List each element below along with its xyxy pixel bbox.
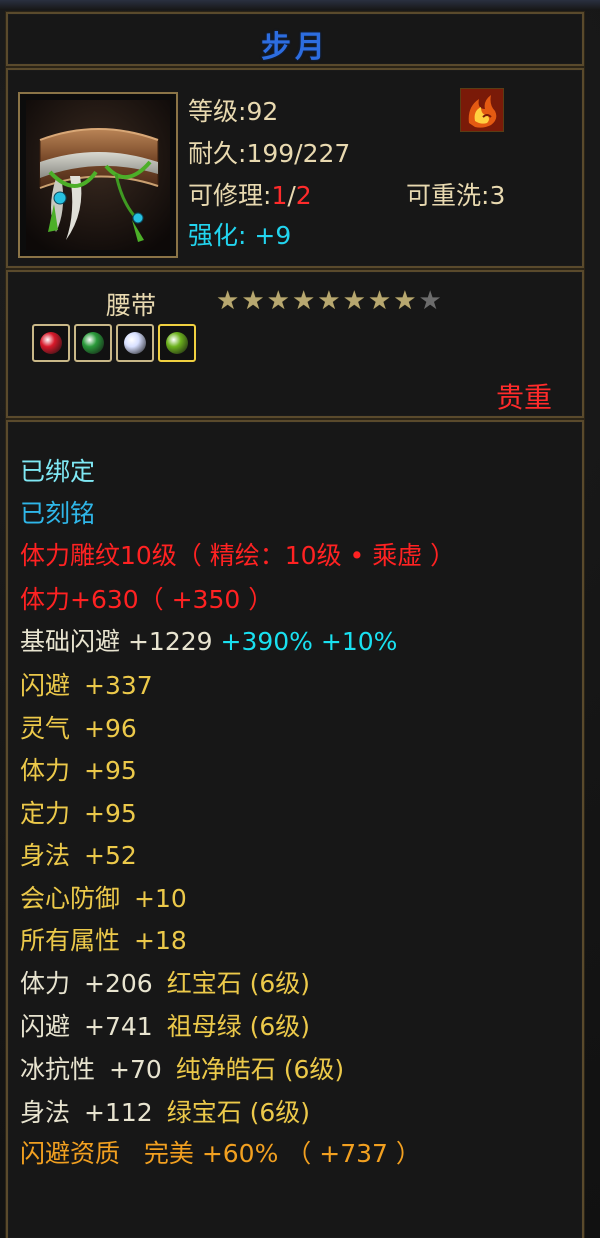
attribute-value: +96 bbox=[84, 713, 137, 743]
gem-attribute-value: +70 bbox=[109, 1055, 162, 1084]
attribute-row: 会心防御 +10 bbox=[20, 879, 187, 915]
gem-attribute-value: +741 bbox=[84, 1012, 153, 1041]
gem-attribute-row: 冰抗性 +70 纯净皓石 (6级) bbox=[20, 1050, 344, 1086]
bound-status: 已绑定 bbox=[20, 457, 96, 486]
gem-attribute-value: +206 bbox=[84, 969, 153, 998]
rewash-stat: 可重洗:3 bbox=[406, 176, 505, 212]
attribute-value: +95 bbox=[84, 798, 137, 828]
title-bar: 步月 bbox=[6, 12, 584, 66]
star-icon: ★ bbox=[418, 286, 442, 316]
gem-stone bbox=[82, 332, 104, 354]
flame-emblem-icon bbox=[460, 88, 504, 132]
star-icon: ★ bbox=[393, 286, 417, 316]
aptitude-line: 闪避资质 完美 +60% （ +737 ） bbox=[20, 1134, 421, 1170]
attribute-row: 身法 +52 bbox=[20, 836, 137, 872]
gem-attribute-label: 身法 bbox=[20, 1098, 71, 1127]
star-icon: ★ bbox=[367, 286, 392, 316]
base-dodge-label: 基础闪避 bbox=[20, 627, 121, 656]
repair-separator: / bbox=[287, 181, 296, 210]
repair-max: 2 bbox=[295, 181, 312, 210]
gem-name: 绿宝石 (6级) bbox=[166, 1098, 311, 1127]
carving-line: 体力雕纹10级（ 精绘：10级 • 乘虚 ） bbox=[20, 541, 456, 570]
item-title: 步月 bbox=[261, 30, 329, 65]
star-icon: ★ bbox=[216, 286, 240, 316]
attribute-row: 灵气 +96 bbox=[20, 709, 137, 745]
gem-attribute-label: 冰抗性 bbox=[20, 1055, 96, 1084]
star-icon: ★ bbox=[291, 286, 316, 316]
attribute-label: 灵气 bbox=[20, 713, 71, 743]
attribute-row: 定力 +95 bbox=[20, 794, 137, 830]
attribute-label: 身法 bbox=[20, 841, 71, 870]
base-dodge-line: 基础闪避 +1229 +390% +10% bbox=[20, 622, 397, 658]
attribute-value: +10 bbox=[134, 883, 187, 913]
red-gem-icon[interactable] bbox=[32, 324, 70, 362]
durability-stat: 耐久:199/227 bbox=[188, 134, 350, 170]
gem-attribute-row: 身法 +112 绿宝石 (6级) bbox=[20, 1093, 310, 1129]
attribute-label: 体力 bbox=[20, 756, 71, 785]
rewash-label: 可重洗: bbox=[406, 181, 490, 210]
enhance-label: 强化: bbox=[188, 221, 247, 250]
base-dodge-pct2: +10% bbox=[320, 627, 398, 656]
lime-gem-icon[interactable] bbox=[158, 324, 196, 362]
belt-icon bbox=[26, 100, 170, 250]
base-dodge-value: +1229 bbox=[127, 627, 213, 656]
item-icon-frame bbox=[18, 92, 178, 258]
rarity-label: 贵重 bbox=[495, 381, 552, 414]
attribute-row: 闪避 +337 bbox=[20, 666, 153, 702]
item-info-panel: 等级:92 耐久:199/227 可修理:1/2 可重洗:3 强化: +9 bbox=[6, 68, 584, 268]
repair-stat: 可修理:1/2 bbox=[188, 176, 312, 212]
star-icon: ★ bbox=[342, 286, 366, 316]
star-icon: ★ bbox=[241, 286, 265, 316]
gem-name: 祖母绿 (6级) bbox=[166, 1012, 311, 1041]
attribute-label: 会心防御 bbox=[20, 883, 121, 913]
repair-label: 可修理: bbox=[188, 181, 272, 210]
attribute-value: +52 bbox=[84, 841, 137, 870]
gem-attribute-value: +112 bbox=[84, 1098, 153, 1127]
durability-value: 199/227 bbox=[246, 139, 351, 168]
aptitude-pct: +60% bbox=[201, 1139, 279, 1168]
gem-attribute-row: 闪避 +741 祖母绿 (6级) bbox=[20, 1007, 310, 1043]
aptitude-grade: 完美 bbox=[143, 1139, 194, 1168]
enhance-value: +9 bbox=[254, 221, 292, 250]
gem-attribute-label: 闪避 bbox=[20, 1012, 71, 1041]
attribute-value: +95 bbox=[84, 756, 137, 785]
slot-type: 腰带 bbox=[106, 291, 157, 320]
gem-sockets bbox=[32, 324, 196, 362]
star-icon: ★ bbox=[266, 286, 290, 316]
durability-label: 耐久: bbox=[188, 139, 247, 168]
attribute-row: 所有属性 +18 bbox=[20, 921, 187, 957]
stamina-total-line: 体力+630（ +350 ） bbox=[20, 585, 274, 614]
attribute-label: 定力 bbox=[20, 798, 71, 828]
attribute-row: 体力 +95 bbox=[20, 751, 137, 787]
base-dodge-pct1: +390% bbox=[220, 627, 313, 656]
attribute-label: 闪避 bbox=[20, 671, 71, 700]
top-strip bbox=[0, 0, 600, 10]
white-gem-icon[interactable] bbox=[116, 324, 154, 362]
repair-current: 1 bbox=[271, 181, 288, 210]
gem-attribute-label: 体力 bbox=[20, 969, 71, 998]
aptitude-label: 闪避资质 bbox=[20, 1139, 121, 1168]
aptitude-bonus: （ +737 ） bbox=[286, 1139, 421, 1168]
gem-attribute-row: 体力 +206 红宝石 (6级) bbox=[20, 964, 310, 1000]
gem-name: 红宝石 (6级) bbox=[166, 969, 311, 998]
attribute-value: +18 bbox=[134, 926, 187, 955]
item-meta-panel: 腰带 ★ ★ ★ ★ ★ ★ ★ ★ ★ 贵重 bbox=[6, 270, 584, 418]
gem-name: 纯净皓石 (6级) bbox=[175, 1055, 345, 1084]
gem-stone bbox=[40, 332, 62, 354]
green-gem-icon[interactable] bbox=[74, 324, 112, 362]
gem-stone bbox=[166, 332, 188, 354]
star-rating: ★ ★ ★ ★ ★ ★ ★ ★ ★ bbox=[216, 288, 442, 314]
attribute-value: +337 bbox=[84, 671, 153, 700]
engraved-status: 已刻铭 bbox=[20, 499, 96, 528]
attributes-panel: 已绑定 已刻铭 体力雕纹10级（ 精绘：10级 • 乘虚 ） 体力+630（ +… bbox=[6, 420, 584, 1238]
rewash-value: 3 bbox=[489, 181, 506, 210]
enhance-stat: 强化: +9 bbox=[188, 216, 291, 252]
level-stat: 等级:92 bbox=[188, 92, 278, 128]
star-icon: ★ bbox=[317, 286, 341, 316]
gem-stone bbox=[124, 332, 146, 354]
attribute-label: 所有属性 bbox=[20, 926, 121, 955]
level-value: 92 bbox=[246, 97, 279, 126]
level-label: 等级: bbox=[188, 97, 247, 126]
